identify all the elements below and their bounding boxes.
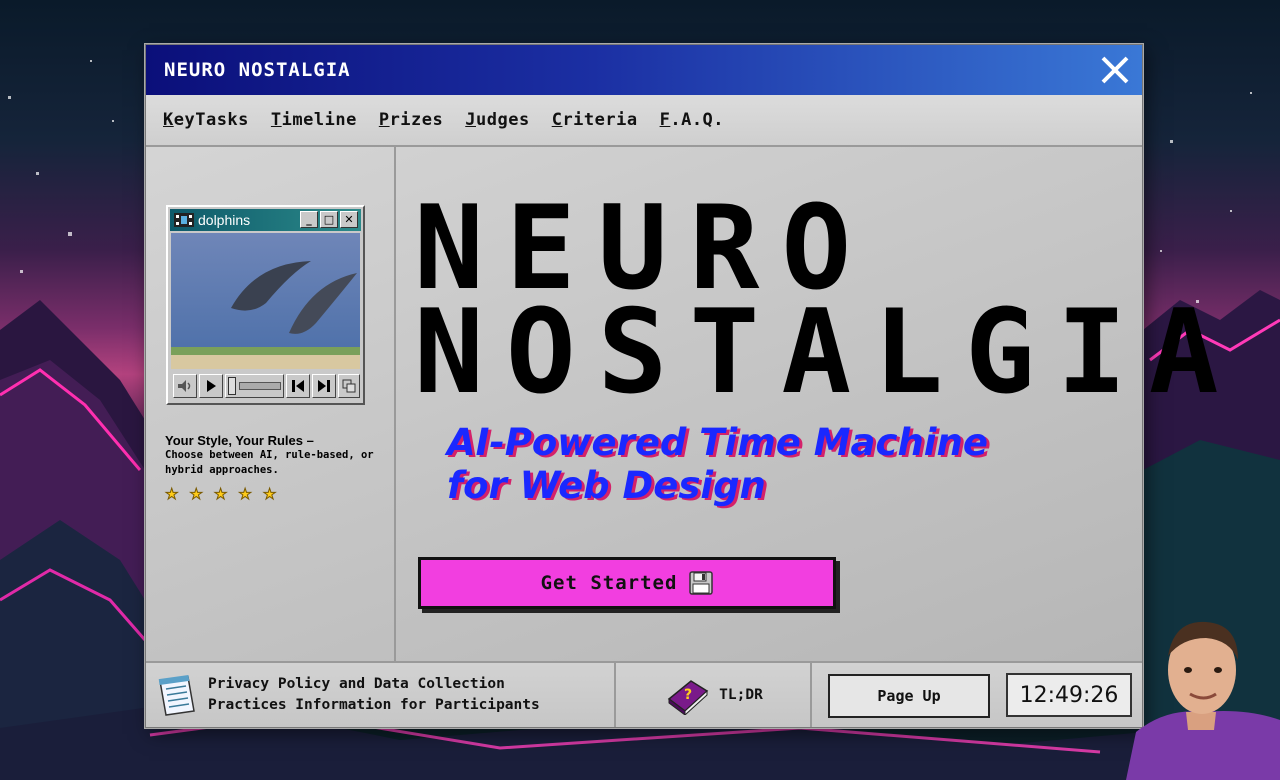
- privacy-line-2: Practices Information for Participants: [208, 697, 540, 713]
- media-player-title-bar[interactable]: dolphins _ □ ✕: [170, 209, 361, 231]
- subtitle-line-1: AI-Powered Time Machine: [447, 421, 988, 464]
- resize-button[interactable]: [338, 374, 360, 398]
- menu-item-prizes[interactable]: Prizes: [379, 110, 443, 130]
- privacy-line-1: Privacy Policy and Data Collection: [208, 676, 505, 692]
- menu-item-label: imeline: [281, 110, 357, 130]
- menu-item-label: udges: [476, 110, 530, 130]
- menu-item-judges[interactable]: Judges: [465, 110, 529, 130]
- menu-item-label: rizes: [389, 110, 444, 130]
- menu-mnemonic: T: [270, 110, 282, 130]
- film-icon: [174, 213, 194, 227]
- tagline: Your Style, Your Rules – Choose between …: [165, 433, 380, 478]
- step-back-icon: [292, 380, 305, 392]
- person-image: [1126, 621, 1280, 780]
- star-icon: ★: [164, 485, 179, 504]
- seek-handle[interactable]: [227, 377, 236, 395]
- tldr-link[interactable]: ? TL;DR: [618, 663, 812, 727]
- star-rating: ★ ★ ★ ★ ★: [164, 485, 277, 504]
- star-icon: ★: [213, 485, 228, 504]
- clock-display: 12:49:26: [1006, 673, 1132, 717]
- menu-item-label: .A.Q.: [670, 110, 725, 130]
- svg-text:?: ?: [684, 687, 692, 703]
- close-button[interactable]: ✕: [340, 211, 358, 228]
- minimize-button[interactable]: _: [300, 211, 318, 228]
- forward-button[interactable]: [312, 374, 337, 398]
- play-icon: [206, 380, 216, 392]
- close-button[interactable]: [1096, 51, 1134, 89]
- menu-mnemonic: P: [378, 110, 390, 130]
- menu-item-faq[interactable]: F.A.Q.: [660, 110, 724, 130]
- menu-bar: KeyTasks Timeline Prizes Judges Criteria…: [146, 95, 1142, 147]
- floppy-disk-icon: [689, 571, 714, 595]
- title-bar[interactable]: NEURO NOSTALGIA: [146, 45, 1142, 95]
- menu-mnemonic: C: [551, 110, 563, 130]
- hero-subtitle: AI-Powered Time Machine for Web Design: [447, 421, 1047, 507]
- media-player-title: dolphins: [198, 212, 251, 228]
- seek-slider[interactable]: [224, 374, 285, 398]
- video-frame: [171, 233, 360, 369]
- tagline-body: Choose between AI, rule-based, or hybrid…: [165, 449, 374, 476]
- menu-item-timeline[interactable]: Timeline: [271, 110, 357, 130]
- notepad-icon: [158, 674, 195, 716]
- media-player-window[interactable]: dolphins _ □ ✕: [166, 205, 365, 405]
- subtitle-line-2: for Web Design: [447, 464, 766, 507]
- star-icon: ★: [238, 485, 252, 504]
- volume-button[interactable]: [173, 374, 197, 398]
- tldr-label: TL;DR: [719, 687, 763, 703]
- menu-item-label: eyTasks: [173, 110, 249, 130]
- menu-mnemonic: F: [659, 110, 671, 130]
- menu-mnemonic: J: [465, 110, 476, 130]
- main-content: NEURO NOSTALGIA AI-Powered Time Machine …: [396, 147, 1241, 661]
- star-icon: ★: [189, 485, 203, 504]
- speaker-icon: [177, 380, 191, 392]
- star-icon: ★: [262, 485, 277, 504]
- resize-icon: [342, 379, 356, 393]
- menu-item-criteria[interactable]: Criteria: [552, 110, 638, 130]
- main-window: NEURO NOSTALGIA KeyTasks Timeline Prizes…: [145, 44, 1241, 728]
- help-book-icon: ?: [667, 680, 709, 715]
- left-panel: dolphins _ □ ✕ Your Style, Your Rules – …: [146, 147, 396, 661]
- seek-track: [238, 382, 281, 390]
- menu-mnemonic: K: [163, 110, 174, 130]
- privacy-policy-link[interactable]: Privacy Policy and Data Collection Pract…: [146, 663, 616, 727]
- status-bar: Privacy Policy and Data Collection Pract…: [146, 661, 1142, 727]
- headline-line-2: NOSTALGIA: [414, 285, 1241, 420]
- menu-item-label: riteria: [562, 110, 638, 130]
- window-title: NEURO NOSTALGIA: [164, 59, 351, 81]
- hero-headline: NEURO NOSTALGIA: [414, 191, 1241, 420]
- menu-item-keytasks[interactable]: KeyTasks: [163, 110, 249, 130]
- get-started-button[interactable]: Get Started: [418, 557, 836, 609]
- rewind-button[interactable]: [286, 374, 311, 398]
- step-forward-icon: [318, 380, 331, 392]
- page-up-button[interactable]: Page Up: [828, 674, 990, 718]
- media-controls: [171, 372, 360, 400]
- tagline-title: Your Style, Your Rules –: [165, 433, 314, 448]
- play-button[interactable]: [198, 374, 223, 398]
- maximize-button[interactable]: □: [320, 211, 338, 228]
- close-icon: [1101, 56, 1129, 84]
- get-started-label: Get Started: [540, 572, 678, 594]
